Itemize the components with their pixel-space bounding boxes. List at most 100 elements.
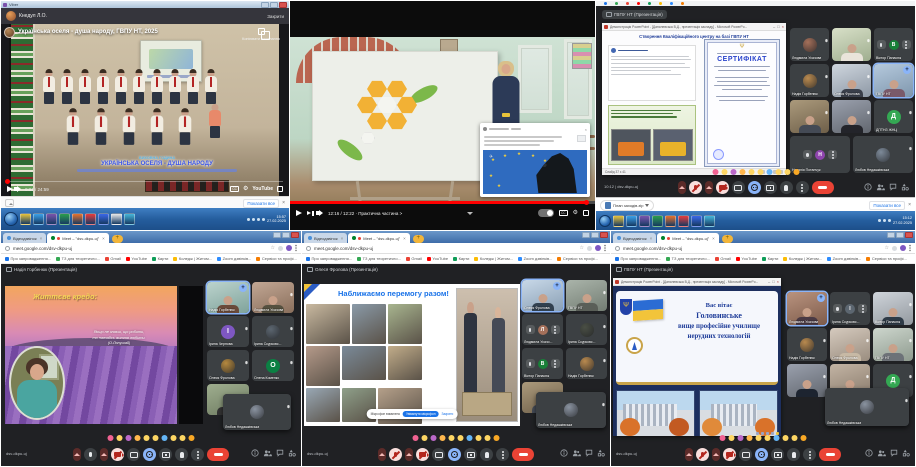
bookmark-star-icon[interactable]: ☆ [580, 245, 584, 251]
participant-tile[interactable]: Людмила Усачова [790, 28, 829, 61]
bookmark-item[interactable]: Zoom дзвінків... [518, 256, 552, 261]
taskbar-app-icon[interactable] [678, 215, 689, 227]
progress-bar[interactable] [290, 201, 595, 204]
bookmark-favicon[interactable] [670, 2, 673, 5]
bookmark-item[interactable]: YouTube [126, 256, 147, 261]
minimize-button[interactable] [261, 2, 269, 8]
end-call-button[interactable] [207, 448, 229, 461]
video-player[interactable]: Українська оселя - душа народу, ГВПУ НТ,… [1, 24, 289, 196]
end-call-button[interactable] [512, 448, 534, 461]
participant-tile[interactable] [832, 28, 871, 61]
bookmark-item[interactable]: ТЗ для теоретично... [56, 256, 100, 261]
end-call-button[interactable] [819, 448, 841, 461]
emoji-laugh-icon[interactable] [144, 435, 150, 441]
maximize-button[interactable] [896, 232, 904, 238]
new-tab-button[interactable]: + [413, 235, 424, 243]
bookmark-star-icon[interactable]: ☆ [271, 245, 275, 251]
taskbar-app-icon[interactable] [111, 213, 122, 225]
reactions-button[interactable] [448, 448, 461, 461]
browser-tab[interactable]: Відеодзвінок× [3, 233, 46, 243]
minimize-button[interactable] [887, 232, 895, 238]
taskbar-app-icon[interactable] [85, 213, 96, 225]
site-info-icon[interactable] [615, 246, 620, 251]
emoji-cry-icon[interactable] [467, 435, 473, 441]
bookmark-item[interactable]: Коледж | Житом... [173, 256, 212, 261]
emoji-think-icon[interactable] [485, 435, 491, 441]
close-button[interactable] [905, 232, 913, 238]
meeting-details-icon[interactable] [864, 183, 872, 191]
bookmark-favicon[interactable] [604, 2, 607, 5]
taskbar-app-icon[interactable] [639, 215, 650, 227]
volume-icon[interactable] [319, 210, 323, 216]
raise-hand-button[interactable] [480, 448, 493, 461]
pin-badge[interactable]: + [817, 294, 825, 302]
video-frame[interactable]: × ✈ ★★★★★★★★★ [290, 37, 595, 201]
participant-tile[interactable]: Ірина Скурковс... [566, 314, 607, 345]
emoji-clap-icon[interactable] [135, 435, 141, 441]
taskbar-app-icon[interactable] [98, 213, 109, 225]
start-button[interactable] [599, 215, 611, 227]
emoji-party-icon[interactable] [431, 435, 437, 441]
reactions-button[interactable] [748, 181, 761, 194]
download-item[interactable]: План заходів.zip [600, 200, 654, 211]
new-tab-button[interactable]: + [112, 235, 123, 243]
start-button[interactable] [4, 212, 18, 226]
close-button[interactable] [600, 232, 608, 238]
participant-tile[interactable]: ІІрина Чернова [207, 316, 249, 347]
close-shelf-icon[interactable]: × [282, 200, 285, 206]
bookmark-item[interactable]: ТЗ для теоретично... [357, 256, 401, 261]
participant-tile[interactable]: Любов Недашківська [825, 388, 909, 426]
taskbar-app-icon[interactable] [665, 215, 676, 227]
bookmark-item[interactable]: Сервіси та профі... [557, 256, 597, 261]
overlay-news-card[interactable]: × ✈ ★★★★★★★★★ [480, 123, 590, 197]
participant-tile[interactable]: ННаталія Потапчук [790, 136, 850, 173]
participant-tile[interactable]: +Олеся Фролова [522, 280, 563, 311]
participant-tile[interactable]: Надія Горбенюк [566, 348, 607, 379]
powerpoint-window[interactable]: Демонстрація PowerPoint - [Данилевська В… [613, 278, 781, 436]
emoji-laugh-icon[interactable] [756, 435, 762, 441]
new-tab-button[interactable]: + [722, 235, 733, 243]
profile-avatar[interactable] [900, 245, 906, 251]
reactions-button[interactable] [755, 448, 768, 461]
activities-icon[interactable] [901, 183, 909, 191]
card-action-icon[interactable] [577, 135, 586, 142]
captions-button[interactable] [739, 448, 752, 461]
expand-button[interactable] [705, 181, 713, 194]
captions-icon[interactable]: CC [559, 210, 568, 217]
participant-tile[interactable]: Олеся Фролова [830, 328, 870, 361]
participant-tile[interactable]: Віктор Панасюк [873, 292, 913, 325]
taskbar-app-icon[interactable] [613, 215, 624, 227]
extension-icon[interactable] [587, 246, 592, 251]
emoji-surprised-icon[interactable] [458, 435, 464, 441]
camera-button[interactable] [416, 448, 429, 461]
maximize-button[interactable] [282, 232, 290, 238]
participant-tile[interactable]: Любов Недашківська [853, 136, 913, 173]
playhead[interactable] [584, 200, 589, 205]
autoplay-toggle[interactable] [538, 209, 554, 217]
minimize-button[interactable]: – [773, 25, 775, 29]
camera-button[interactable] [723, 448, 736, 461]
taskbar-app-icon[interactable] [626, 215, 637, 227]
emoji-thumbs-up-icon[interactable] [117, 435, 123, 441]
close-tab-icon[interactable]: × [712, 236, 715, 241]
emoji-thumbs-up-icon[interactable] [729, 435, 735, 441]
people-icon[interactable] [876, 183, 885, 191]
bookmark-item[interactable]: Про запровадження... [5, 256, 51, 261]
mic-button[interactable] [689, 181, 702, 194]
more-options-button[interactable] [803, 448, 816, 461]
taskbar-app-icon[interactable] [72, 213, 83, 225]
bookmark-favicon[interactable] [681, 2, 684, 5]
browser-menu-icon[interactable] [909, 247, 911, 249]
captions-button[interactable] [732, 181, 745, 194]
bookmark-favicon[interactable] [626, 2, 629, 5]
emoji-clap-icon[interactable] [747, 435, 753, 441]
emoji-think-icon[interactable] [180, 435, 186, 441]
participant-tile[interactable] [787, 364, 827, 397]
participant-tile[interactable]: ГВПУ НТ [873, 328, 913, 361]
mic-button[interactable] [389, 448, 402, 461]
present-button[interactable] [464, 448, 477, 461]
card-close-icon[interactable]: × [585, 127, 587, 132]
participant-tile[interactable]: Людмила Усачова [252, 282, 294, 313]
bookmark-item[interactable]: Сервіси та профі... [256, 256, 296, 261]
taskbar-app-icon[interactable] [652, 215, 663, 227]
